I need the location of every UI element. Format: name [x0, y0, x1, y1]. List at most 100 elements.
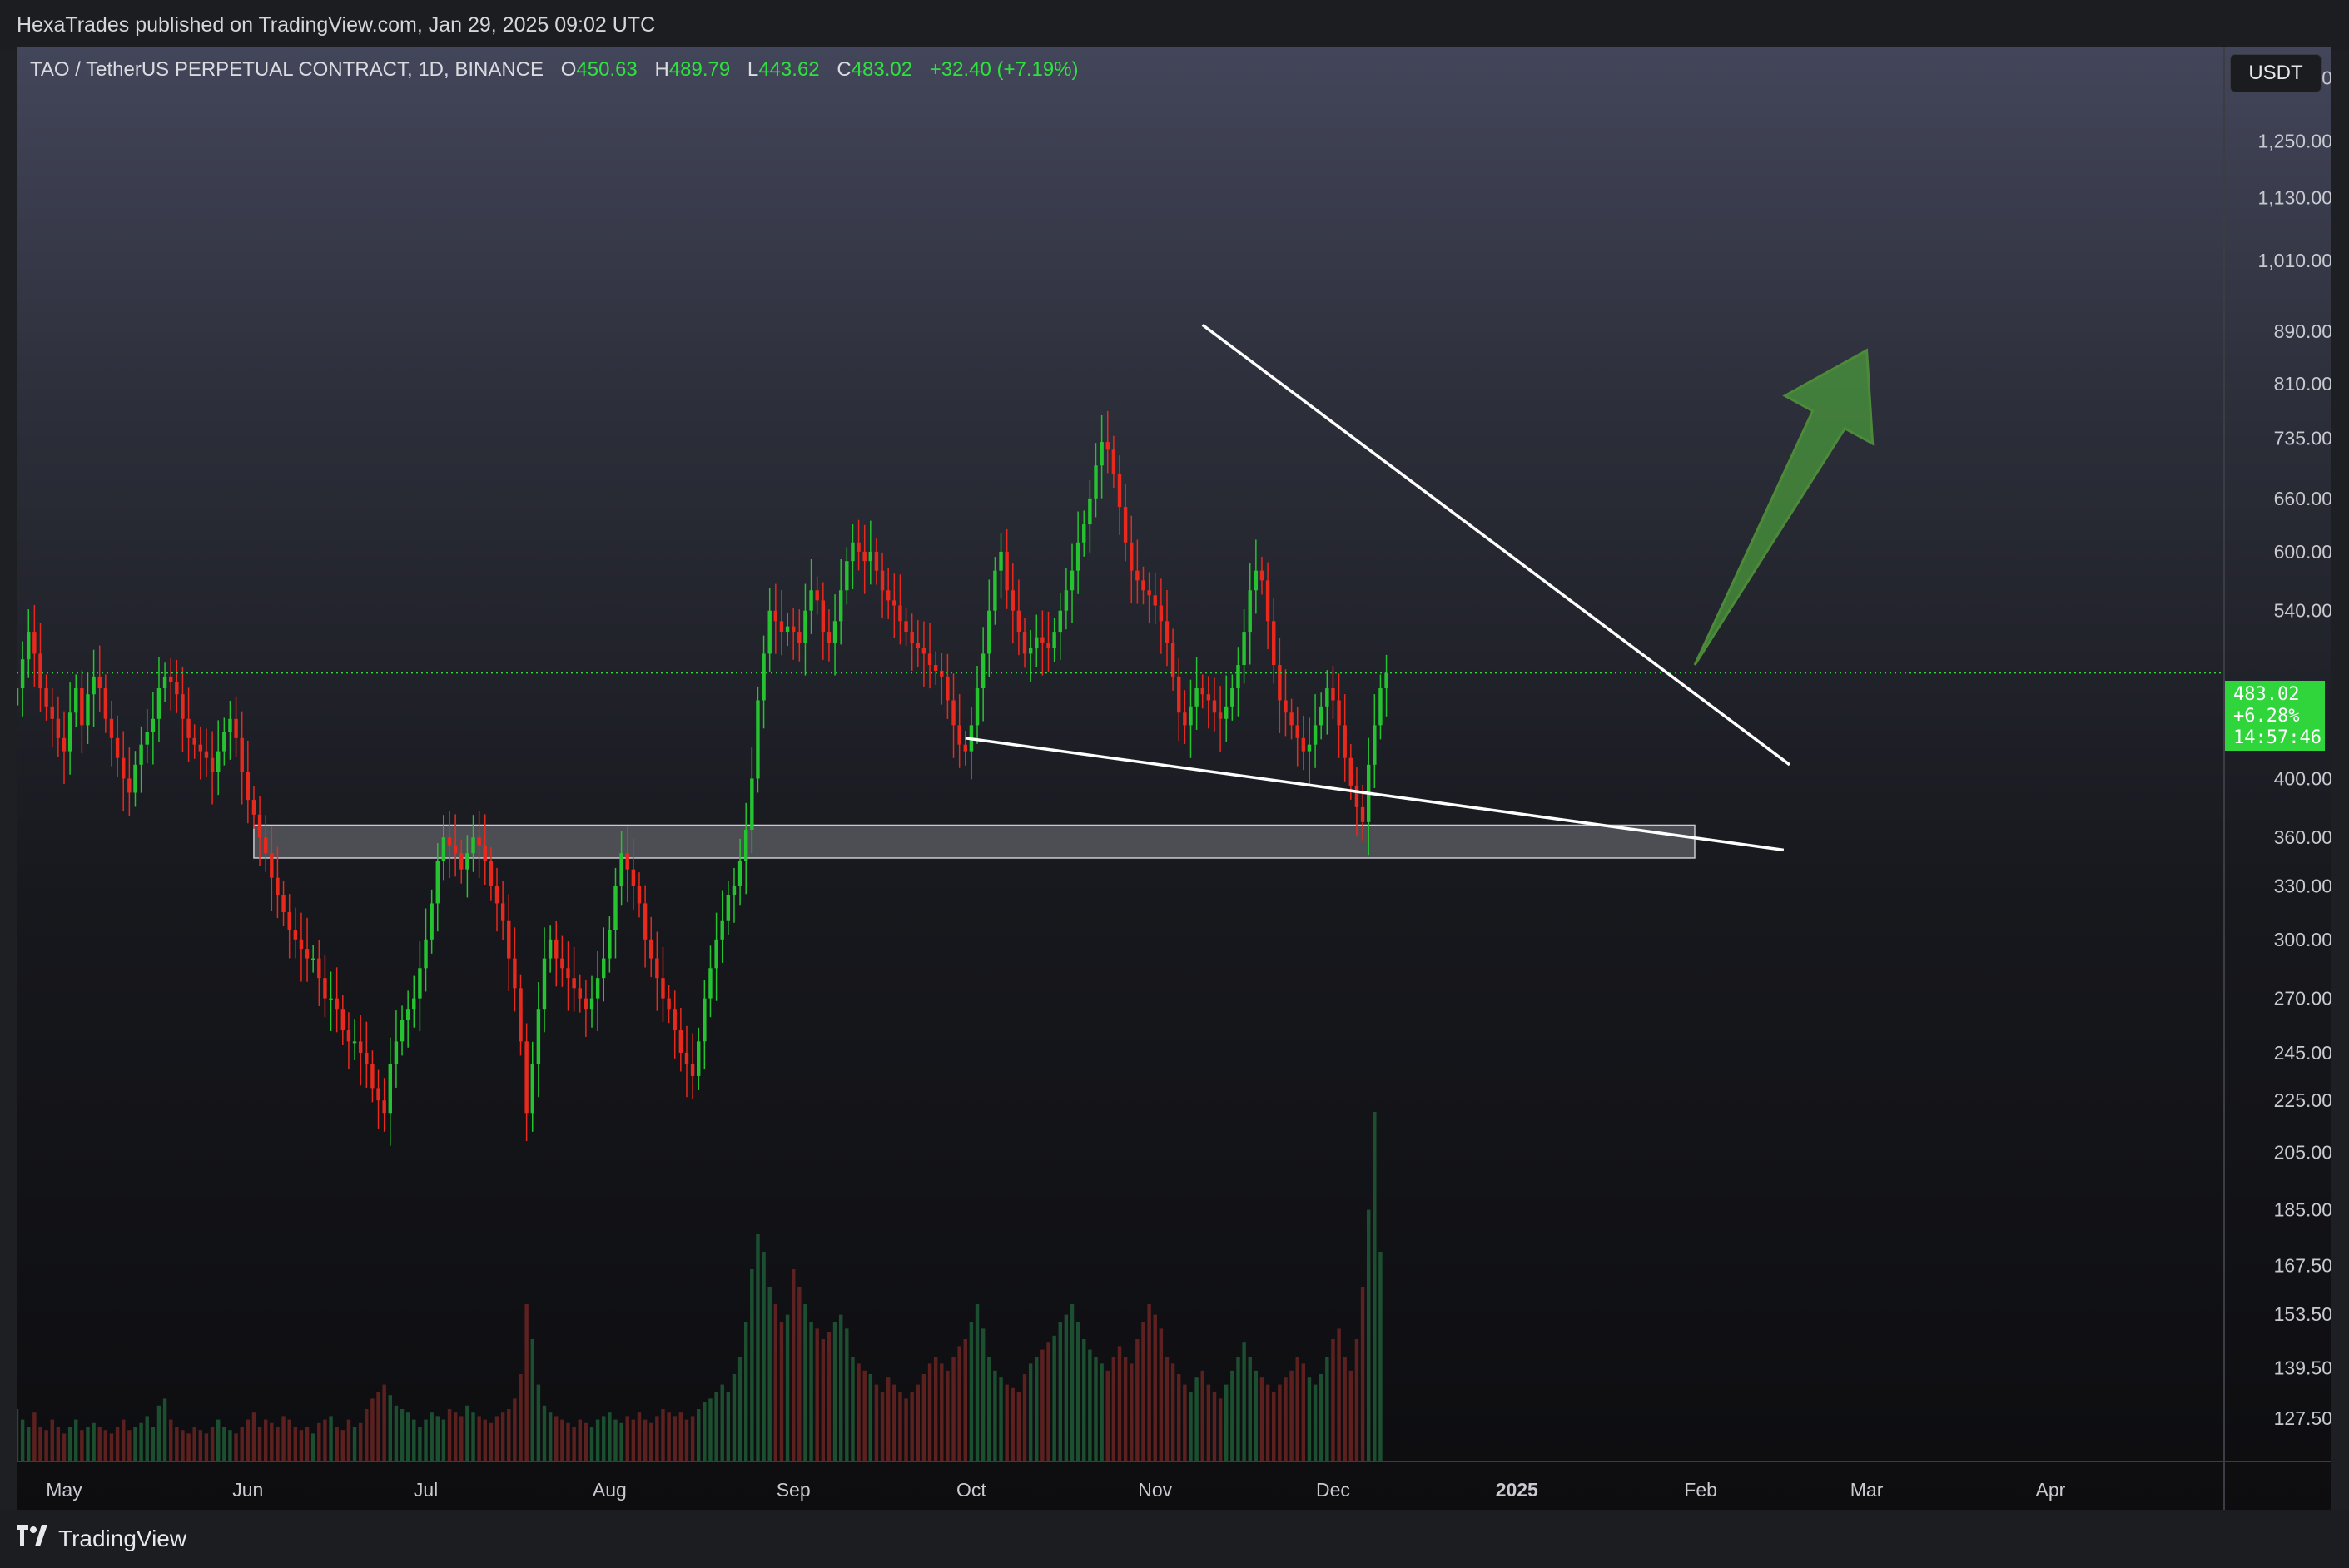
candle-body[interactable]	[933, 665, 938, 671]
candle-body[interactable]	[1348, 757, 1353, 786]
candle-body[interactable]	[382, 1100, 386, 1114]
candle-body[interactable]	[1259, 570, 1264, 581]
candle-body[interactable]	[625, 853, 629, 870]
candle-body[interactable]	[270, 853, 274, 878]
candle-body[interactable]	[1378, 688, 1383, 726]
candle-body[interactable]	[1206, 694, 1211, 701]
candle-body[interactable]	[494, 886, 499, 904]
candle-body[interactable]	[145, 732, 149, 745]
candle-body[interactable]	[708, 968, 713, 999]
price-chart[interactable]: 1,400.001,250.001,130.001,010.00890.0081…	[17, 47, 2331, 1510]
candle-body[interactable]	[981, 653, 986, 689]
candle-body[interactable]	[524, 1041, 529, 1114]
candle-body[interactable]	[862, 551, 867, 562]
candle-body[interactable]	[744, 829, 748, 861]
candle-body[interactable]	[1319, 706, 1323, 726]
candle-body[interactable]	[1064, 590, 1069, 611]
candle-body[interactable]	[103, 688, 108, 719]
candle-body[interactable]	[595, 978, 600, 999]
candle-body[interactable]	[204, 751, 209, 758]
candle-body[interactable]	[1177, 676, 1181, 713]
candle-body[interactable]	[649, 939, 653, 959]
candle-body[interactable]	[1325, 688, 1329, 707]
candle-body[interactable]	[726, 894, 731, 921]
support-zone[interactable]	[253, 824, 1696, 859]
candle-body[interactable]	[821, 600, 826, 633]
candle-body[interactable]	[1189, 706, 1193, 726]
candle-body[interactable]	[874, 551, 879, 571]
candle-body[interactable]	[257, 814, 262, 838]
candle-body[interactable]	[169, 676, 173, 682]
candle-body[interactable]	[1035, 637, 1039, 648]
candle-body[interactable]	[1123, 507, 1128, 543]
candle-body[interactable]	[602, 958, 606, 979]
candle-body[interactable]	[246, 772, 251, 801]
candle-body[interactable]	[619, 853, 623, 886]
candle-body[interactable]	[251, 800, 256, 815]
candle-body[interactable]	[388, 1064, 392, 1114]
candle-body[interactable]	[975, 688, 980, 726]
candle-body[interactable]	[1058, 610, 1062, 633]
tradingview-brand[interactable]: TradingView	[17, 1525, 186, 1553]
candle-body[interactable]	[1052, 632, 1056, 648]
candle-body[interactable]	[62, 737, 67, 752]
candle-body[interactable]	[886, 590, 891, 601]
candle-body[interactable]	[578, 988, 582, 999]
candle-body[interactable]	[430, 903, 434, 940]
candle-body[interactable]	[1170, 643, 1175, 677]
candle-body[interactable]	[358, 1041, 363, 1053]
candle-body[interactable]	[86, 694, 90, 726]
candle-body[interactable]	[589, 998, 594, 1010]
candle-body[interactable]	[240, 737, 244, 772]
candle-body[interactable]	[1337, 700, 1341, 726]
candle-body[interactable]	[697, 1041, 701, 1076]
candle-body[interactable]	[1230, 688, 1234, 707]
candle-body[interactable]	[1236, 665, 1240, 689]
candle-body[interactable]	[1005, 551, 1009, 591]
candle-body[interactable]	[1360, 806, 1365, 822]
candle-body[interactable]	[963, 744, 967, 752]
candle-body[interactable]	[815, 590, 819, 601]
candle-body[interactable]	[838, 590, 843, 622]
candle-body[interactable]	[346, 1030, 351, 1042]
candle-body[interactable]	[276, 877, 280, 895]
candle-body[interactable]	[584, 998, 588, 1010]
candle-body[interactable]	[50, 706, 54, 719]
candle-body[interactable]	[489, 861, 494, 886]
candle-body[interactable]	[1117, 473, 1122, 508]
candle-body[interactable]	[987, 610, 991, 654]
candle-body[interactable]	[767, 610, 772, 654]
candle-body[interactable]	[20, 659, 25, 689]
candle-body[interactable]	[797, 632, 802, 643]
candle-body[interactable]	[133, 764, 137, 793]
candle-body[interactable]	[1141, 580, 1145, 591]
candle-body[interactable]	[756, 700, 760, 779]
candle-body[interactable]	[234, 718, 238, 738]
candle-body[interactable]	[192, 737, 196, 745]
candle-body[interactable]	[1040, 637, 1045, 643]
candle-body[interactable]	[56, 718, 61, 738]
candle-body[interactable]	[447, 837, 452, 846]
candle-body[interactable]	[281, 894, 286, 913]
candle-body[interactable]	[946, 676, 950, 701]
candle-body[interactable]	[1194, 688, 1199, 707]
candle-body[interactable]	[465, 853, 469, 870]
candle-body[interactable]	[773, 610, 778, 622]
candle-body[interactable]	[542, 958, 547, 1010]
candle-body[interactable]	[1224, 706, 1229, 719]
candle-body[interactable]	[1278, 665, 1282, 701]
symbol-title[interactable]: TAO / TetherUS PERPETUAL CONTRACT, 1D, B…	[30, 58, 544, 81]
candle-body[interactable]	[1070, 570, 1075, 591]
candle-body[interactable]	[335, 998, 339, 1010]
candle-body[interactable]	[631, 869, 636, 886]
candle-body[interactable]	[17, 688, 19, 706]
candle-body[interactable]	[703, 998, 707, 1042]
candle-body[interactable]	[1272, 621, 1276, 666]
candle-body[interactable]	[1313, 725, 1318, 745]
candle-body[interactable]	[74, 688, 78, 713]
candle-body[interactable]	[405, 1009, 410, 1020]
candle-body[interactable]	[1254, 570, 1259, 591]
candle-body[interactable]	[222, 732, 226, 752]
candle-body[interactable]	[376, 1088, 380, 1101]
candle-body[interactable]	[483, 845, 487, 861]
